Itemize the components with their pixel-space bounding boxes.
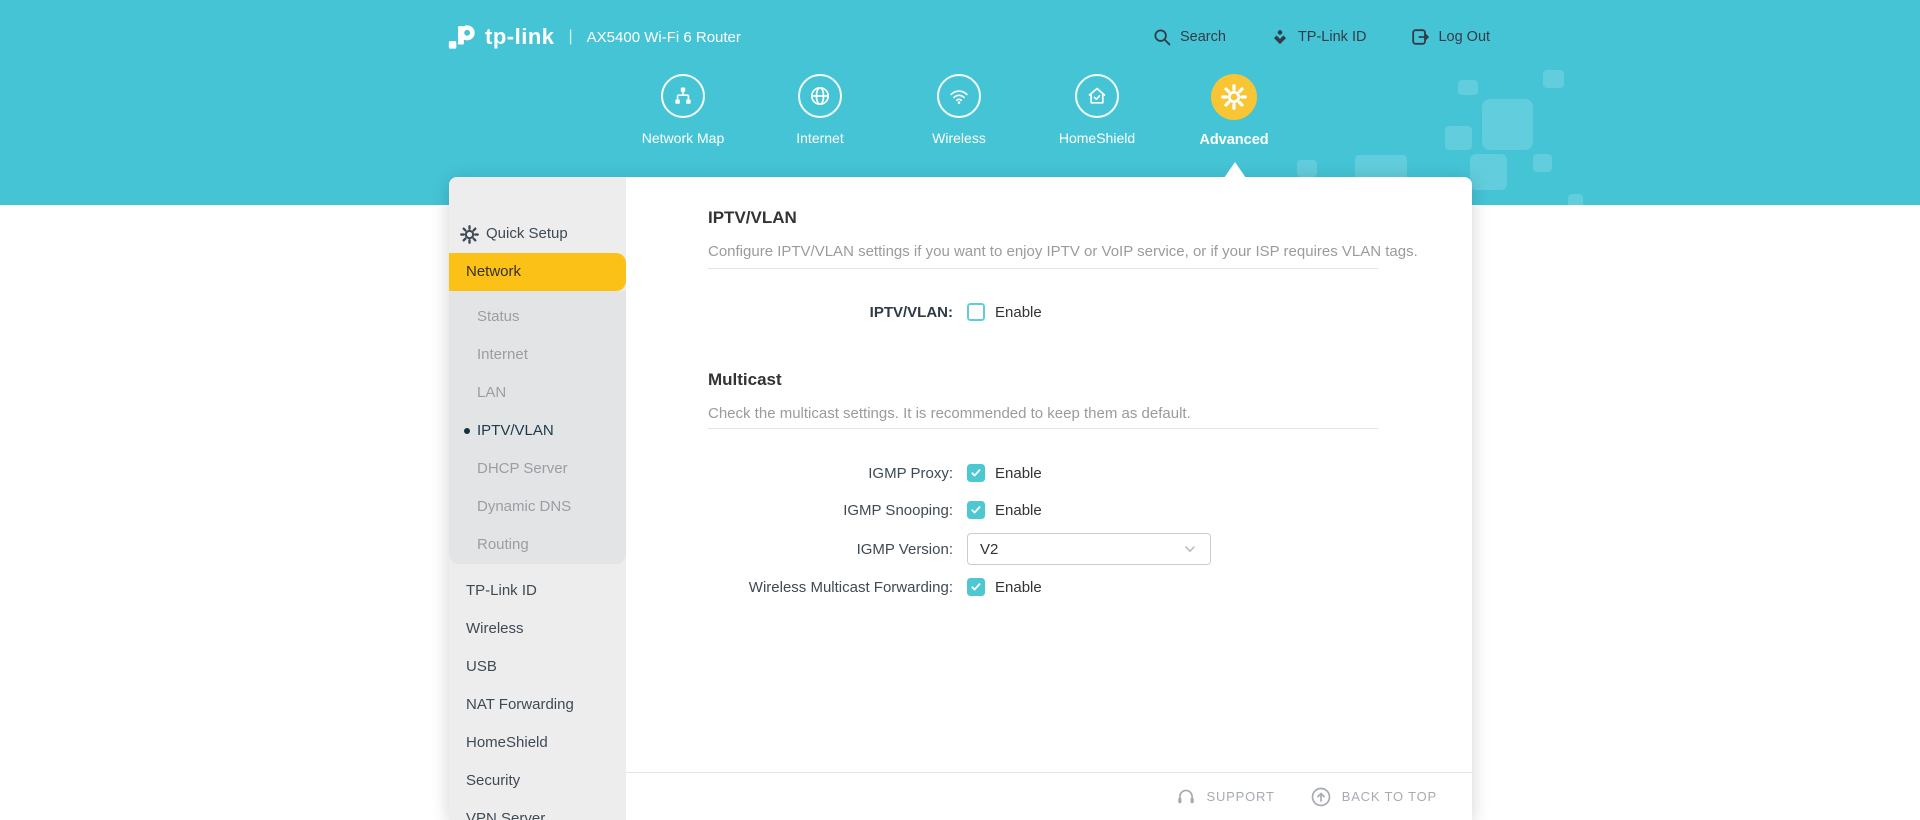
globe-icon <box>810 86 830 106</box>
wireless-multicast-forwarding-enable-checkbox[interactable] <box>967 578 985 596</box>
sidebar-subitem-internet[interactable]: Internet <box>449 336 626 374</box>
field-label: IPTV/VLAN: <box>869 303 953 321</box>
logout-label: Log Out <box>1438 29 1491 45</box>
deco-square <box>1568 194 1583 208</box>
search-icon <box>1154 29 1171 46</box>
product-title: AX5400 Wi-Fi 6 Router <box>586 28 741 46</box>
tplink-id-button[interactable]: TP-Link ID <box>1270 27 1367 47</box>
back-to-top-button[interactable]: BACK TO TOP <box>1309 785 1437 809</box>
support-label: SUPPORT <box>1206 789 1275 804</box>
brand-separator: | <box>568 28 573 45</box>
section-title-multicast: Multicast <box>708 370 782 389</box>
topbar: tp-link | AX5400 Wi-Fi 6 Router <box>448 16 741 58</box>
field-label: Wireless Multicast Forwarding: <box>748 578 953 596</box>
iptv-vlan-enable-checkbox[interactable] <box>967 303 985 321</box>
quick-setup-gear-icon <box>460 225 479 244</box>
topmenu: Search TP-Link ID Log Out <box>1152 16 1490 58</box>
igmp-proxy-enable-checkbox[interactable] <box>967 464 985 482</box>
sidebar-item-label: Quick Setup <box>486 225 568 242</box>
gear-icon <box>1221 84 1247 110</box>
sidebar-item-security[interactable]: Security <box>449 762 626 800</box>
sidebar-item-tplink-id[interactable]: TP-Link ID <box>449 572 626 610</box>
sidebar-item-wireless[interactable]: Wireless <box>449 610 626 648</box>
network-submenu: Status Internet LAN IPTV/VLAN DHCP Serve… <box>449 291 626 564</box>
field-label: IGMP Version: <box>856 540 953 558</box>
sidebar-subitem-dhcp-server[interactable]: DHCP Server <box>449 450 626 488</box>
tplink-id-label: TP-Link ID <box>1297 29 1367 45</box>
section-description: Check the multicast settings. It is reco… <box>708 405 1191 422</box>
sidebar-subitem-routing[interactable]: Routing <box>449 526 626 564</box>
field-label: IGMP Proxy: <box>868 464 953 482</box>
select-value: V2 <box>980 540 999 558</box>
logout-button[interactable]: Log Out <box>1410 27 1490 47</box>
field-label: IGMP Snooping: <box>843 501 953 519</box>
main-nav: Network Map Internet Wireless HomeShield… <box>0 74 1920 164</box>
tplink-logo-icon <box>448 25 475 49</box>
settings-card: Quick Setup Network Status Internet LAN … <box>449 177 1472 820</box>
sidebar-item-vpn-server[interactable]: VPN Server <box>449 800 626 820</box>
logout-icon <box>1412 29 1430 45</box>
check-icon <box>971 506 981 514</box>
tab-internet[interactable]: Internet <box>750 74 890 146</box>
back-to-top-label: BACK TO TOP <box>1341 789 1437 804</box>
sidebar-subitem-iptv-vlan[interactable]: IPTV/VLAN <box>449 412 626 450</box>
checkbox-label: Enable <box>995 578 1042 596</box>
igmp-snooping-enable-checkbox[interactable] <box>967 501 985 519</box>
section-description: Configure IPTV/VLAN settings if you want… <box>708 243 1418 260</box>
tab-label: Internet <box>796 130 844 146</box>
tab-homeshield[interactable]: HomeShield <box>1027 74 1167 146</box>
check-icon <box>971 469 981 477</box>
brand-name: tp-link <box>485 24 555 49</box>
tab-network-map[interactable]: Network Map <box>613 74 753 146</box>
support-button[interactable]: SUPPORT <box>1174 785 1275 809</box>
sidebar-item-label: Network <box>466 263 522 280</box>
search-label: Search <box>1180 29 1226 45</box>
tab-label: Advanced <box>1199 132 1269 148</box>
divider <box>708 268 1378 269</box>
wifi-icon <box>950 90 968 104</box>
check-icon <box>971 583 981 591</box>
headset-icon <box>1177 789 1194 803</box>
chevron-down-icon <box>1185 546 1195 552</box>
tab-label: Wireless <box>932 130 986 146</box>
tab-label: HomeShield <box>1058 130 1136 146</box>
arrow-up-circle-icon <box>1311 787 1331 806</box>
checkbox-label: Enable <box>995 464 1042 482</box>
active-tab-pointer <box>1224 162 1246 178</box>
section-title-iptv-vlan: IPTV/VLAN <box>708 208 797 227</box>
tab-advanced[interactable]: Advanced <box>1164 74 1304 148</box>
tplink-id-icon <box>1273 30 1286 45</box>
iptv-vlan-row: IPTV/VLAN: Enable <box>626 303 1042 321</box>
sidebar-item-nat-forwarding[interactable]: NAT Forwarding <box>449 686 626 724</box>
tab-wireless[interactable]: Wireless <box>889 74 1029 146</box>
card-footer: SUPPORT BACK TO TOP <box>626 772 1472 820</box>
content: IPTV/VLAN Configure IPTV/VLAN settings i… <box>626 177 1472 820</box>
sidebar-item-network[interactable]: Network <box>449 253 626 291</box>
sidebar-subitem-status[interactable]: Status <box>449 298 626 336</box>
sidebar-item-usb[interactable]: USB <box>449 648 626 686</box>
igmp-proxy-row: IGMP Proxy: Enable <box>626 464 1042 482</box>
divider <box>708 428 1378 429</box>
checkbox-label: Enable <box>995 303 1042 321</box>
igmp-snooping-row: IGMP Snooping: Enable <box>626 501 1042 519</box>
igmp-version-row: IGMP Version: V2 <box>626 533 1211 565</box>
sidebar-subitem-dynamic-dns[interactable]: Dynamic DNS <box>449 488 626 526</box>
network-map-icon <box>675 87 691 104</box>
tab-label: Network Map <box>641 130 725 146</box>
home-shield-icon <box>1088 87 1106 104</box>
igmp-version-select[interactable]: V2 <box>967 533 1211 565</box>
checkbox-label: Enable <box>995 501 1042 519</box>
sidebar-subitem-lan[interactable]: LAN <box>449 374 626 412</box>
active-bullet <box>464 428 470 434</box>
router-admin-page: tp-link | AX5400 Wi-Fi 6 Router Search T… <box>0 0 1920 820</box>
search-button[interactable]: Search <box>1152 27 1226 47</box>
sidebar-item-quick-setup[interactable]: Quick Setup <box>449 215 626 253</box>
wireless-multicast-forwarding-row: Wireless Multicast Forwarding: Enable <box>626 578 1042 596</box>
sidebar: Quick Setup Network Status Internet LAN … <box>449 177 626 820</box>
sidebar-item-homeshield[interactable]: HomeShield <box>449 724 626 762</box>
